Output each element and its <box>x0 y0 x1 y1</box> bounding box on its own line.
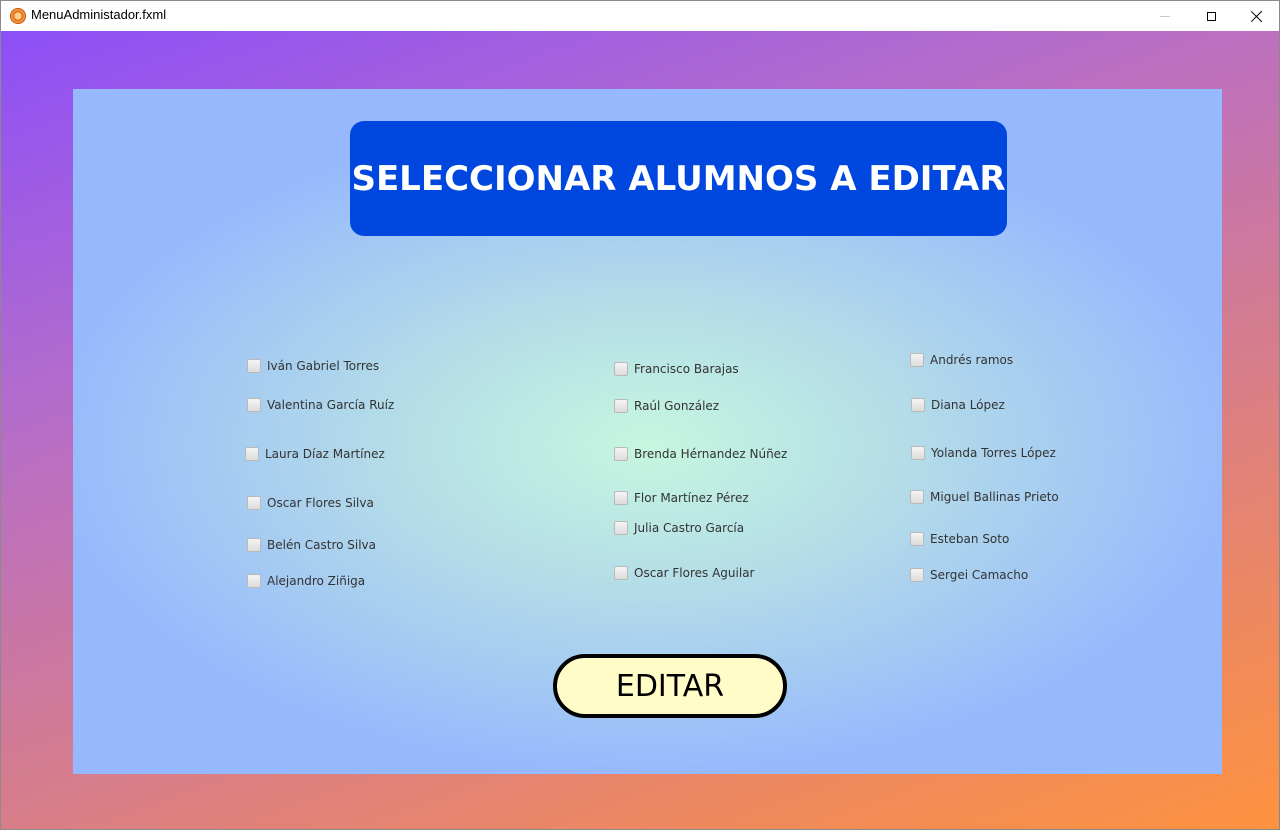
window-title: MenuAdministador.fxml <box>31 7 167 22</box>
student-name: Sergei Camacho <box>930 568 1029 582</box>
checkbox-box[interactable] <box>247 538 261 552</box>
student-name: Miguel Ballinas Prieto <box>930 490 1059 504</box>
checkbox-box[interactable] <box>910 490 924 504</box>
maximize-button[interactable] <box>1188 1 1234 31</box>
student-checkbox[interactable]: Esteban Soto <box>910 529 1009 549</box>
student-checkbox[interactable]: Iván Gabriel Torres <box>247 356 379 376</box>
student-checkbox[interactable]: Francisco Barajas <box>614 359 739 379</box>
checkbox-box[interactable] <box>247 496 261 510</box>
close-icon <box>1251 10 1263 22</box>
checkbox-box[interactable] <box>910 568 924 582</box>
checkbox-box[interactable] <box>910 532 924 546</box>
student-checkbox[interactable]: Brenda Hérnandez Núñez <box>614 444 787 464</box>
student-checkbox[interactable]: Miguel Ballinas Prieto <box>910 487 1059 507</box>
students-panel: SELECCIONAR ALUMNOS A EDITAR Iván Gabrie… <box>73 89 1222 774</box>
student-name: Alejandro Ziñiga <box>267 574 366 588</box>
checkbox-box[interactable] <box>614 399 628 413</box>
title-bar[interactable]: MenuAdministador.fxml <box>1 1 1279 31</box>
checkbox-box[interactable] <box>247 398 261 412</box>
header-banner: SELECCIONAR ALUMNOS A EDITAR <box>350 121 1007 236</box>
student-name: Andrés ramos <box>930 353 1014 367</box>
student-checkbox[interactable]: Sergei Camacho <box>910 565 1028 585</box>
app-window: MenuAdministador.fxml SELECCIONAR ALUMNO… <box>0 0 1280 830</box>
checkbox-box[interactable] <box>614 566 628 580</box>
student-name: Flor Martínez Pérez <box>634 491 749 505</box>
checkbox-box[interactable] <box>911 446 925 460</box>
checkbox-box[interactable] <box>911 398 925 412</box>
student-checkbox[interactable]: Valentina García Ruíz <box>247 395 394 415</box>
student-name: Francisco Barajas <box>634 362 739 376</box>
student-name: Yolanda Torres López <box>931 446 1056 460</box>
checkbox-box[interactable] <box>910 353 924 367</box>
student-name: Iván Gabriel Torres <box>267 359 380 373</box>
checkbox-box[interactable] <box>614 362 628 376</box>
student-name: Belén Castro Silva <box>267 538 377 552</box>
checkbox-box[interactable] <box>245 447 259 461</box>
page-title: SELECCIONAR ALUMNOS A EDITAR <box>351 158 1006 199</box>
student-checkbox[interactable]: Oscar Flores Aguilar <box>614 563 754 583</box>
student-checkbox[interactable]: Laura Díaz Martínez <box>245 444 385 464</box>
student-name: Oscar Flores Silva <box>267 496 374 510</box>
student-name: Valentina García Ruíz <box>267 398 395 412</box>
checkbox-box[interactable] <box>247 574 261 588</box>
student-checkbox[interactable]: Diana López <box>911 395 1005 415</box>
student-name: Oscar Flores Aguilar <box>634 566 755 580</box>
student-checkbox[interactable]: Alejandro Ziñiga <box>247 571 365 591</box>
window-content: SELECCIONAR ALUMNOS A EDITAR Iván Gabrie… <box>1 31 1279 829</box>
student-checkbox[interactable]: Raúl González <box>614 396 719 416</box>
edit-button-label: EDITAR <box>615 668 725 704</box>
student-checkbox[interactable]: Belén Castro Silva <box>247 535 376 555</box>
checkbox-box[interactable] <box>247 359 261 373</box>
checkbox-box[interactable] <box>614 447 628 461</box>
student-name: Esteban Soto <box>930 532 1010 546</box>
checkbox-box[interactable] <box>614 521 628 535</box>
edit-button[interactable]: EDITAR <box>553 654 787 718</box>
student-checkbox[interactable]: Oscar Flores Silva <box>247 493 374 513</box>
student-checkbox[interactable]: Flor Martínez Pérez <box>614 488 749 508</box>
close-button[interactable] <box>1234 1 1279 31</box>
checkbox-box[interactable] <box>614 491 628 505</box>
maximize-icon <box>1206 11 1216 21</box>
student-checkbox[interactable]: Julia Castro García <box>614 518 744 538</box>
student-name: Laura Díaz Martínez <box>265 447 385 461</box>
student-name: Diana López <box>931 398 1005 412</box>
student-name: Raúl González <box>634 399 720 413</box>
minimize-icon <box>1160 15 1170 17</box>
minimize-button[interactable] <box>1142 1 1188 31</box>
student-name: Brenda Hérnandez Núñez <box>634 447 788 461</box>
student-name: Julia Castro García <box>634 521 745 535</box>
app-icon <box>10 8 26 24</box>
student-checkbox[interactable]: Yolanda Torres López <box>911 443 1056 463</box>
student-checkbox[interactable]: Andrés ramos <box>910 350 1013 370</box>
